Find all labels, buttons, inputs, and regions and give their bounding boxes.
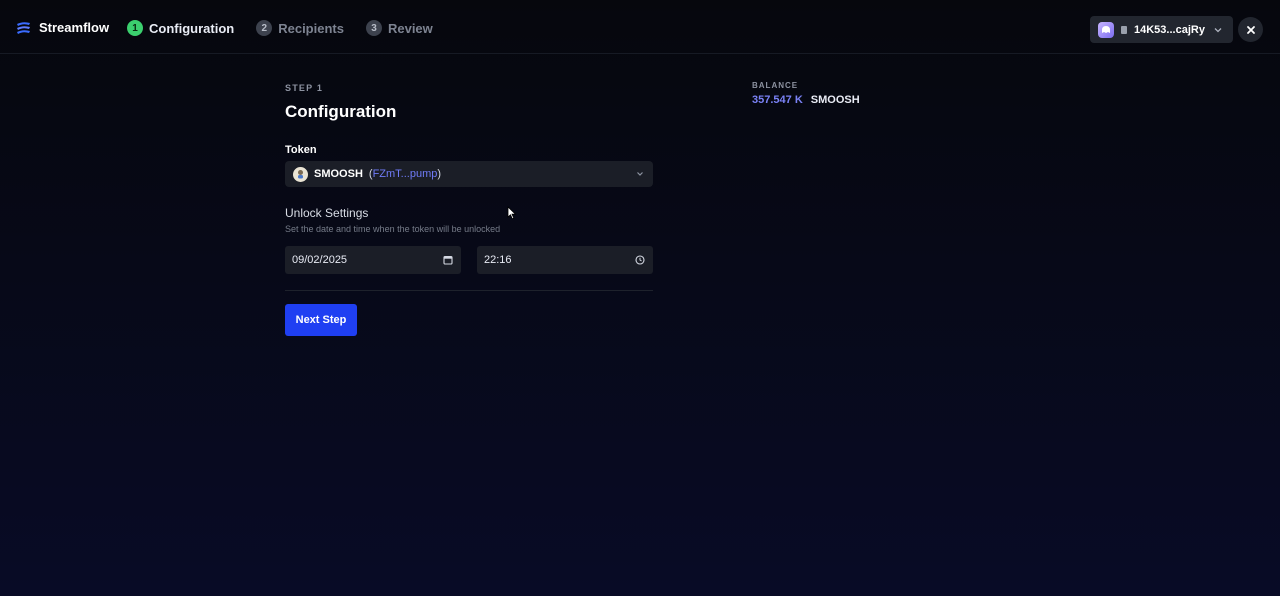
step-review[interactable]: 3 Review — [365, 20, 433, 36]
calendar-icon[interactable] — [443, 255, 453, 265]
next-step-button[interactable]: Next Step — [285, 304, 357, 336]
unlock-date-input[interactable]: 09/02/2025 — [285, 246, 461, 274]
step-label: Recipients — [278, 20, 344, 36]
balance-amount: 357.547 K — [752, 94, 803, 106]
unlock-settings-title: Unlock Settings — [285, 206, 369, 220]
close-icon — [1246, 25, 1255, 34]
phantom-wallet-icon — [1098, 21, 1114, 38]
page-title: Configuration — [285, 102, 397, 121]
date-value: 09/02/2025 — [292, 254, 348, 266]
step-label: Configuration — [149, 20, 235, 36]
mouse-cursor-icon — [507, 206, 517, 220]
wallet-button[interactable]: 14K53...cajRy — [1090, 16, 1233, 43]
token-select[interactable]: SMOOSH (FZmT...pump) — [285, 161, 653, 187]
token-name: SMOOSH — [314, 168, 363, 180]
chevron-down-icon — [637, 172, 643, 176]
copy-icon — [1121, 25, 1127, 34]
step-label: Review — [387, 20, 433, 36]
wallet-address: 14K53...cajRy — [1134, 23, 1205, 36]
clock-icon[interactable] — [635, 255, 645, 265]
token-avatar-icon — [293, 166, 308, 182]
balance-label: BALANCE — [752, 81, 799, 90]
streamflow-logo-icon — [17, 21, 30, 34]
balance-symbol: SMOOSH — [810, 94, 860, 106]
step-number: 2 — [256, 20, 273, 36]
step-recipients[interactable]: 2 Recipients — [256, 20, 344, 36]
token-address[interactable]: FZmT...pump — [373, 168, 438, 180]
brand[interactable]: Streamflow — [16, 20, 109, 35]
step-configuration[interactable]: 1 Configuration — [127, 20, 234, 36]
unlock-settings-subtitle: Set the date and time when the token wil… — [285, 224, 501, 234]
step-number: 1 — [127, 20, 143, 36]
top-header: Streamflow 1 Configuration 2 Recipients … — [0, 0, 1280, 54]
time-value: 22:16 — [484, 254, 512, 266]
close-button[interactable] — [1238, 17, 1263, 42]
balance-row: 357.547 K SMOOSH — [752, 94, 860, 106]
divider — [285, 290, 653, 291]
token-address-wrap: (FZmT...pump) — [368, 168, 442, 180]
unlock-time-input[interactable]: 22:16 — [477, 246, 653, 274]
step-number: 3 — [365, 20, 382, 36]
token-label: Token — [285, 144, 317, 156]
step-kicker: STEP 1 — [285, 83, 324, 93]
brand-name: Streamflow — [39, 20, 110, 35]
chevron-down-icon — [1214, 27, 1222, 32]
step-indicator: 1 Configuration 2 Recipients 3 Review — [127, 20, 455, 36]
